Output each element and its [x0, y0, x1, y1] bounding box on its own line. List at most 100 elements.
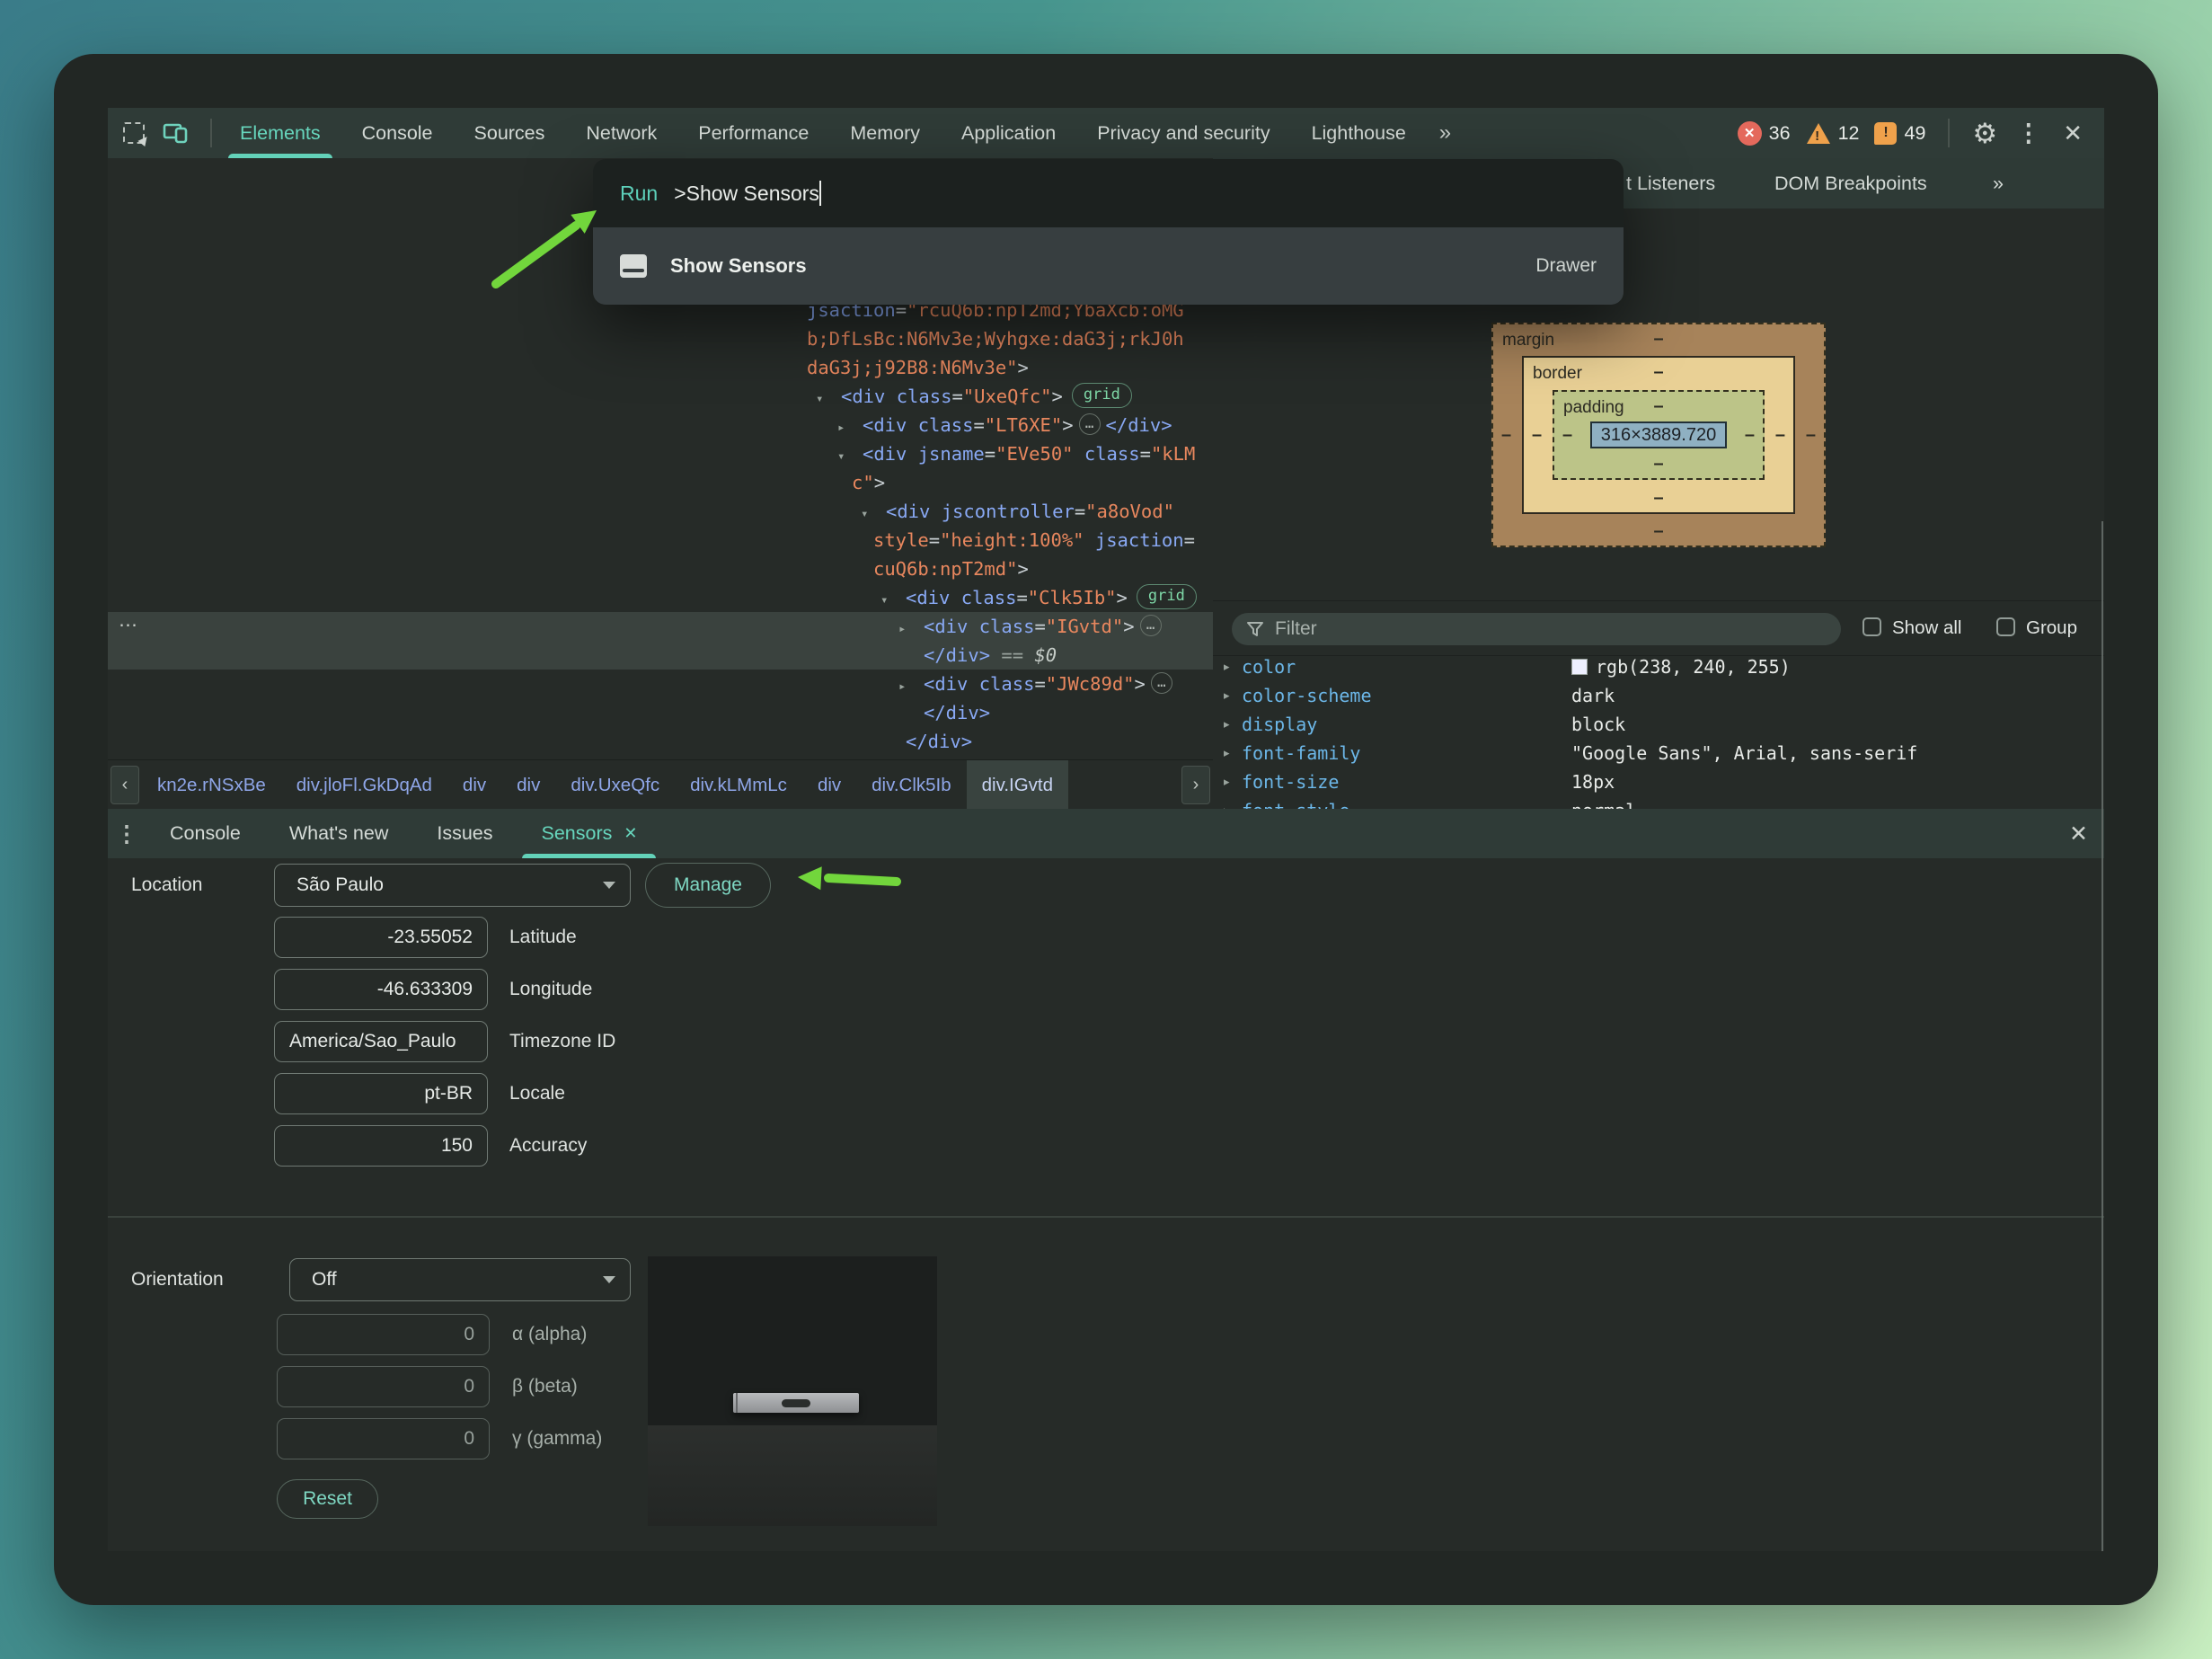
device-toolbar-icon[interactable] [162, 119, 190, 147]
breadcrumb-scroll-left-icon[interactable]: ‹ [111, 766, 139, 804]
more-options-kebab-icon[interactable]: ⋮ [2013, 121, 2044, 146]
dom-tree-node[interactable]: ▾<div jsname="EVe50" class="kLM [837, 439, 1195, 468]
command-result-item[interactable]: Show Sensors Drawer [593, 227, 1624, 305]
accuracy-input[interactable]: 150 [274, 1125, 488, 1167]
breadcrumb-item[interactable]: div.kLMmLc [675, 760, 802, 810]
orientation-phone-preview[interactable] [648, 1256, 937, 1526]
tab-console[interactable]: Console [341, 108, 454, 158]
dom-tree-node[interactable]: style="height:100%" jsaction= [873, 526, 1195, 554]
computed-filter-input[interactable]: Filter [1232, 613, 1841, 645]
group-checkbox[interactable] [1996, 617, 2015, 636]
alpha-input[interactable]: 0 [277, 1314, 490, 1355]
breadcrumb-item[interactable]: div [501, 760, 555, 810]
sidebar-more-tabs-chevron-icon[interactable]: » [1993, 158, 2004, 208]
expand-ellipsis-icon[interactable]: … [1079, 413, 1101, 435]
command-query[interactable]: >Show Sensors [674, 181, 821, 206]
tab-lighthouse[interactable]: Lighthouse [1291, 108, 1427, 158]
computed-property-row[interactable]: ▸displayblock [1213, 710, 2104, 739]
command-input-row[interactable]: Run >Show Sensors [593, 159, 1624, 227]
close-drawer-icon[interactable]: ✕ [2069, 821, 2088, 847]
longitude-input[interactable]: -46.633309 [274, 969, 488, 1010]
disclosure-arrow-icon[interactable]: ▾ [816, 385, 841, 413]
event-listeners-tab-partial[interactable]: t Listeners [1626, 158, 1715, 208]
box-model-margin[interactable]: margin border padding 316×3889.720 –––– … [1491, 323, 1826, 547]
orientation-select[interactable]: Off [289, 1258, 631, 1301]
disclosure-arrow-icon[interactable]: ▸ [1224, 767, 1230, 796]
gamma-input[interactable]: 0 [277, 1418, 490, 1459]
disclosure-arrow-icon[interactable]: ▾ [861, 500, 886, 528]
dom-tree-node[interactable]: daG3j;j92B8:N6Mv3e"> [807, 353, 1029, 382]
computed-property-row[interactable]: ▸font-family"Google Sans", Arial, sans-s… [1213, 739, 2104, 767]
dom-tree-node[interactable]: ▾<div class="UxeQfc">grid [816, 382, 1132, 411]
breadcrumb-item[interactable]: div.Clk5Ib [856, 760, 967, 810]
tab-sources[interactable]: Sources [454, 108, 566, 158]
dom-tree-node[interactable]: </div> [924, 698, 990, 727]
disclosure-arrow-icon[interactable]: ▸ [1224, 710, 1230, 739]
reset-button[interactable]: Reset [277, 1479, 378, 1519]
computed-property-name[interactable]: color-scheme [1242, 681, 1372, 710]
disclosure-arrow-icon[interactable]: ▸ [898, 615, 924, 643]
more-tabs-chevron-icon[interactable]: » [1427, 108, 1464, 158]
breadcrumb-item[interactable]: div [447, 760, 501, 810]
close-devtools-icon[interactable]: ✕ [2059, 121, 2086, 145]
expand-ellipsis-icon[interactable]: … [1140, 615, 1162, 636]
breadcrumb-item[interactable]: kn2e.rNSxBe [142, 760, 281, 810]
error-count-badge[interactable]: ✕36 [1738, 121, 1791, 146]
dom-tree-node[interactable]: </div> [906, 727, 972, 756]
breadcrumb-item[interactable]: div.IGvtd [967, 760, 1068, 810]
box-model-padding[interactable]: padding 316×3889.720 –––– [1553, 390, 1765, 480]
location-select[interactable]: São Paulo [274, 864, 631, 907]
box-model-content-size[interactable]: 316×3889.720 [1590, 421, 1727, 448]
computed-property-row[interactable]: ▸font-stylenormal [1213, 796, 2104, 809]
disclosure-arrow-icon[interactable]: ▸ [1224, 681, 1230, 710]
expand-ellipsis-icon[interactable]: … [1151, 672, 1172, 694]
show-all-checkbox[interactable] [1863, 617, 1881, 636]
disclosure-arrow-icon[interactable]: ▸ [898, 672, 924, 701]
dom-breakpoints-tab[interactable]: DOM Breakpoints [1774, 158, 1927, 208]
timezone-id-input[interactable]: America/Sao_Paulo [274, 1021, 488, 1062]
node-overflow-hint-icon[interactable]: ⋯ [119, 612, 137, 641]
computed-property-name[interactable]: font-size [1242, 767, 1339, 796]
drawer-tab-sensors[interactable]: Sensors✕ [517, 809, 661, 858]
tab-application[interactable]: Application [941, 108, 1076, 158]
computed-property-row[interactable]: ▸color-schemedark [1213, 681, 2104, 710]
drawer-tab-issues[interactable]: Issues [412, 809, 517, 858]
dom-tree-node[interactable]: ▾<div class="Clk5Ib">grid [880, 583, 1197, 612]
drawer-tab-console[interactable]: Console [146, 809, 265, 858]
locale-input[interactable]: pt-BR [274, 1073, 488, 1114]
disclosure-arrow-icon[interactable]: ▸ [1224, 739, 1230, 767]
tab-privacy-and-security[interactable]: Privacy and security [1076, 108, 1290, 158]
close-tab-icon[interactable]: ✕ [624, 824, 637, 843]
dom-tree-node[interactable]: ▾<div jscontroller="a8oVod" [861, 497, 1174, 526]
computed-property-row[interactable]: ▸font-size18px [1213, 767, 2104, 796]
drawer-tab-what-s-new[interactable]: What's new [265, 809, 412, 858]
box-model-border[interactable]: border padding 316×3889.720 –––– –––– [1522, 356, 1795, 514]
grid-badge[interactable]: grid [1137, 584, 1197, 609]
beta-input[interactable]: 0 [277, 1366, 490, 1407]
computed-property-name[interactable]: color [1242, 652, 1296, 681]
drawer-menu-kebab-icon[interactable]: ⋮ [108, 821, 146, 847]
computed-property-row[interactable]: ▸colorrgb(238, 240, 255) [1213, 652, 2104, 681]
manage-button[interactable]: Manage [645, 863, 771, 908]
computed-property-name[interactable]: font-family [1242, 739, 1360, 767]
tab-network[interactable]: Network [565, 108, 677, 158]
issues-count-badge[interactable]: !49 [1874, 122, 1925, 145]
tab-elements[interactable]: Elements [219, 108, 341, 158]
breadcrumb-scroll-right-icon[interactable]: › [1181, 766, 1210, 804]
settings-gear-icon[interactable]: ⚙ [1972, 120, 1997, 147]
panel-scrollbar[interactable] [2101, 521, 2103, 1551]
disclosure-arrow-icon[interactable]: ▾ [880, 586, 906, 615]
dom-tree-node[interactable]: b;DfLsBc:N6Mv3e;Wyhgxe:daG3j;rkJ0h [807, 324, 1184, 353]
latitude-input[interactable]: -23.55052 [274, 917, 488, 958]
disclosure-arrow-icon[interactable]: ▸ [1224, 796, 1230, 809]
tab-memory[interactable]: Memory [829, 108, 941, 158]
disclosure-arrow-icon[interactable]: ▸ [837, 413, 863, 442]
dom-tree-node[interactable]: cuQ6b:npT2md"> [873, 554, 1029, 583]
dom-tree-node[interactable]: </div> == $0 [924, 641, 1057, 670]
inspect-element-icon[interactable]: ▲ [122, 120, 149, 146]
computed-property-name[interactable]: font-style [1242, 796, 1349, 809]
grid-badge[interactable]: grid [1072, 383, 1132, 408]
warning-count-badge[interactable]: !12 [1806, 122, 1860, 145]
dom-tree-node[interactable]: ▸<div class="IGvtd">… [898, 612, 1167, 641]
dom-tree-node[interactable]: c"> [852, 468, 885, 497]
